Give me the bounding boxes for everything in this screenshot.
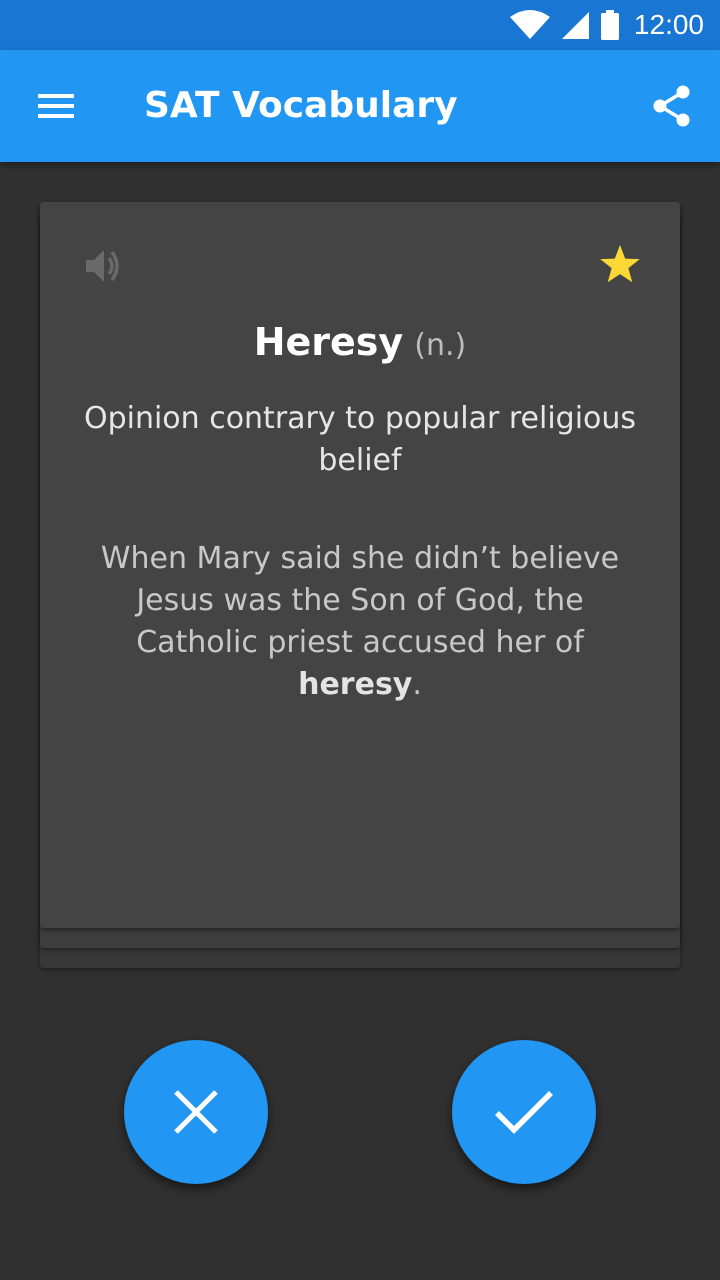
know-it-button[interactable] (452, 1040, 596, 1184)
app-title: SAT Vocabulary (144, 85, 458, 126)
word: Heresy (253, 320, 404, 364)
status-time: 12:00 (633, 9, 704, 40)
flashcard[interactable]: Heresy (n.) Opinion contrary to popular … (40, 202, 680, 928)
part-of-speech: (n.) (414, 328, 467, 363)
close-icon (171, 1087, 221, 1137)
menu-button[interactable] (20, 70, 92, 142)
favorite-button[interactable] (594, 238, 646, 290)
menu-icon (38, 93, 74, 119)
app-bar: SAT Vocabulary (0, 50, 720, 162)
wifi-icon (509, 9, 550, 41)
signal-icon (560, 10, 590, 40)
example-end: . (412, 667, 422, 702)
share-icon (652, 85, 692, 127)
share-button[interactable] (636, 70, 708, 142)
pronounce-button[interactable] (78, 240, 130, 292)
status-bar: 12:00 (0, 0, 720, 50)
status-icons: 12:00 (509, 0, 704, 50)
battery-icon (600, 9, 620, 41)
example-highlight: heresy (298, 667, 413, 702)
check-icon (493, 1088, 555, 1136)
definition: Opinion contrary to popular religious be… (83, 401, 637, 478)
dont-know-button[interactable] (124, 1040, 268, 1184)
speaker-icon (84, 247, 124, 285)
star-icon (599, 244, 641, 284)
word-heading: Heresy (n.) (40, 320, 680, 364)
example-sentence: When Mary said she didn’t believe Jesus … (84, 538, 636, 706)
example-text: When Mary said she didn’t believe Jesus … (100, 541, 620, 660)
